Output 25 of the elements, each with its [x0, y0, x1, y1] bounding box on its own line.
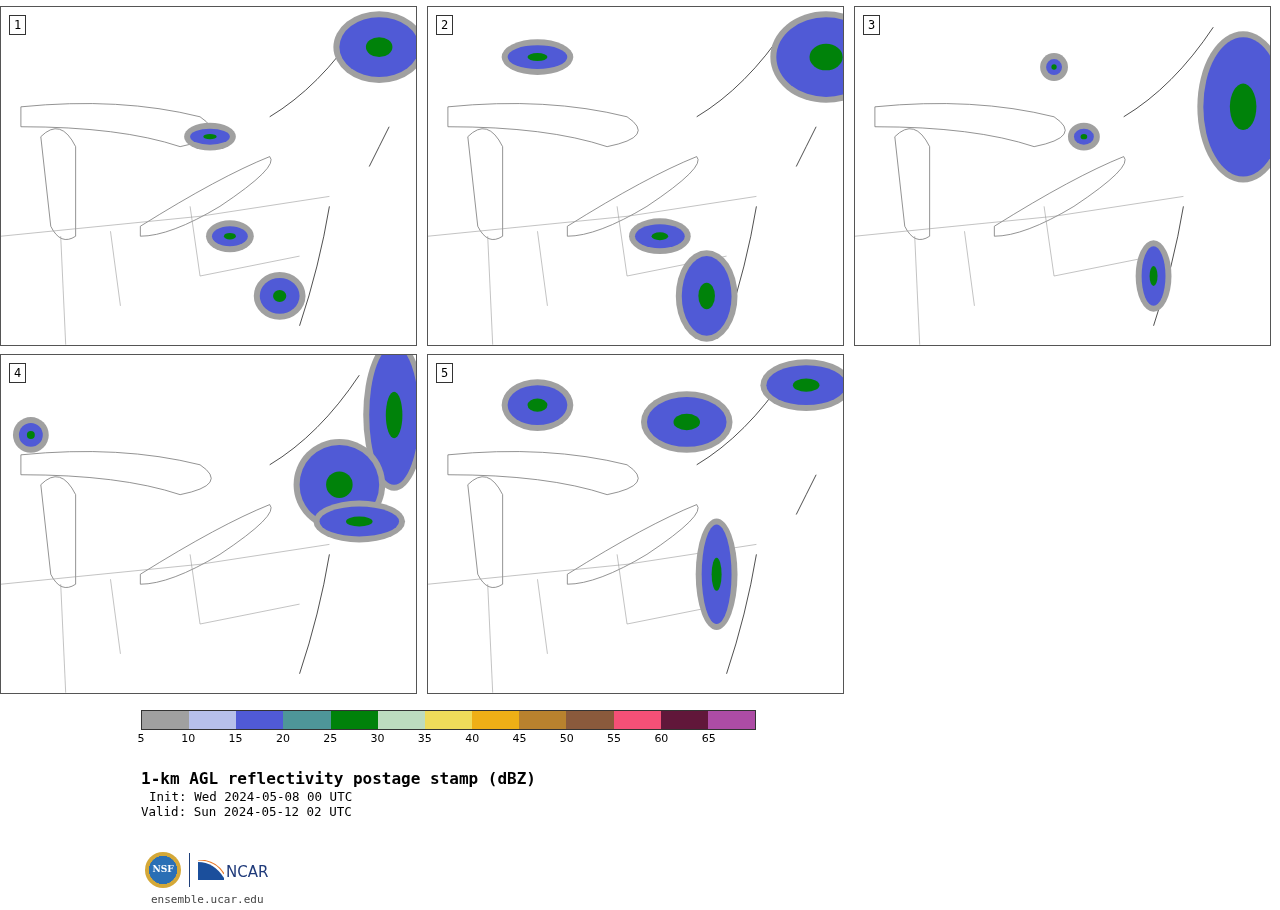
tick-label: 15 — [228, 732, 243, 746]
tick-label: 65 — [701, 732, 716, 746]
nsf-logo: NSF — [145, 852, 181, 888]
tick-label: 50 — [559, 732, 574, 746]
init-time: Init: Wed 2024-05-08 00 UTC — [149, 789, 354, 804]
site-url: ensemble.ucar.edu — [151, 893, 264, 906]
tick-label: 20 — [275, 732, 290, 746]
panel-number: 5 — [436, 363, 454, 383]
panel-number: 4 — [9, 363, 27, 383]
tick-label: 60 — [654, 732, 669, 746]
tick-label: 30 — [370, 732, 385, 746]
tick-label: 5 — [137, 732, 145, 746]
tick-label: 55 — [607, 732, 622, 746]
panel-number: 2 — [436, 15, 454, 35]
chart-title: 1-km AGL reflectivity postage stamp (dBZ) — [141, 769, 536, 789]
tick-label: 25 — [323, 732, 338, 746]
tick-label: 10 — [181, 732, 196, 746]
tick-label: 45 — [512, 732, 527, 746]
arc-icon — [198, 860, 224, 880]
ncar-logo-text: NCAR — [226, 864, 269, 880]
valid-time: Valid: Sun 2024-05-12 02 UTC — [141, 804, 353, 819]
panel-number: 3 — [863, 15, 881, 35]
tick-label: 40 — [465, 732, 480, 746]
panel-number: 1 — [9, 15, 27, 35]
tick-label: 35 — [417, 732, 432, 746]
